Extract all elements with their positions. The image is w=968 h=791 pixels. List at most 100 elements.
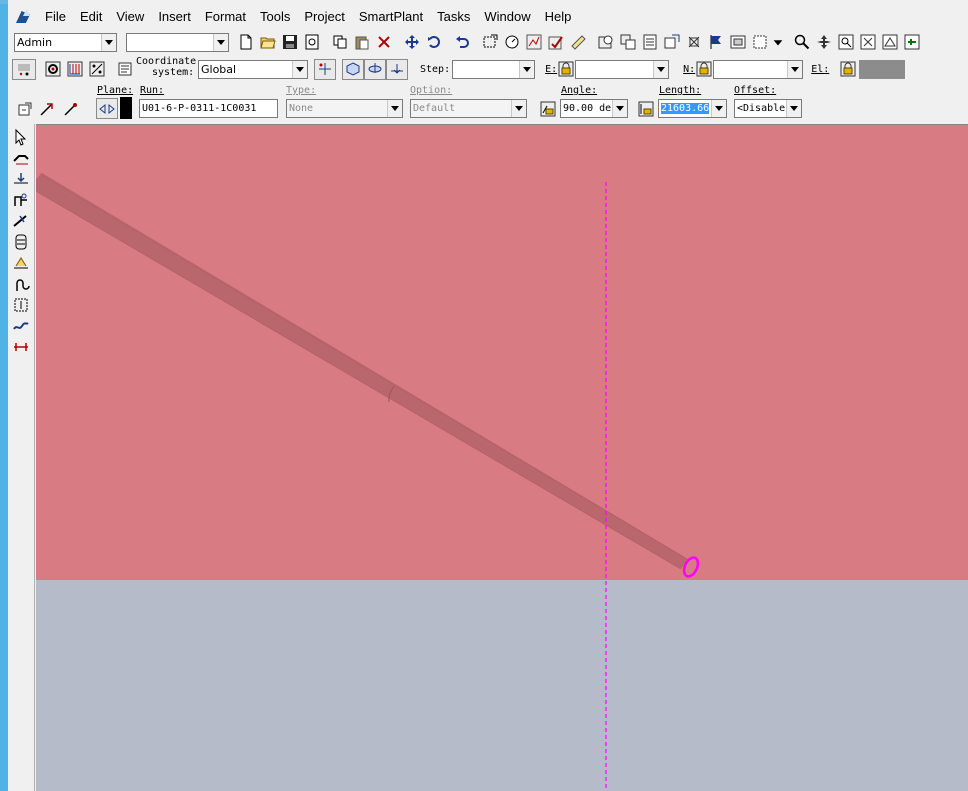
view-style-icon[interactable]	[727, 32, 749, 53]
menu-help[interactable]: Help	[538, 7, 579, 27]
graphic-view-3d[interactable]	[36, 124, 968, 791]
route-pipe-icon[interactable]	[10, 148, 32, 168]
copy-icon[interactable]	[329, 32, 351, 53]
route-pick-icon[interactable]	[60, 98, 82, 119]
filter-select[interactable]	[126, 32, 229, 52]
view-flag-icon[interactable]	[705, 32, 727, 53]
offset-select[interactable]: <Disable	[734, 99, 802, 118]
pinpoint-reset-icon[interactable]	[12, 58, 36, 80]
chevron-down-icon[interactable]	[711, 100, 726, 117]
menu-window[interactable]: Window	[477, 7, 537, 27]
smartplant-app-icon[interactable]	[14, 8, 34, 26]
chevron-down-icon[interactable]	[387, 100, 402, 117]
chevron-down-icon[interactable]	[511, 100, 526, 117]
easting-lock-icon[interactable]	[557, 59, 575, 80]
option-select[interactable]: Default	[410, 99, 527, 118]
pipe-run[interactable]	[36, 173, 689, 570]
view-plane-icon[interactable]	[364, 58, 386, 80]
chevron-down-icon[interactable]	[519, 60, 535, 78]
previous-view-icon[interactable]	[901, 32, 923, 53]
fit-view-icon[interactable]	[857, 32, 879, 53]
menu-tools[interactable]: Tools	[253, 7, 297, 27]
step-select[interactable]	[452, 59, 536, 79]
chevron-down-icon[interactable]	[101, 33, 116, 51]
menu-insert[interactable]: Insert	[151, 7, 198, 27]
chevron-down-icon[interactable]	[292, 60, 307, 78]
menu-project[interactable]: Project	[297, 7, 351, 27]
menu-smartplant[interactable]: SmartPlant	[352, 7, 430, 27]
view-format-icon[interactable]	[749, 32, 771, 53]
menu-file[interactable]: File	[38, 7, 73, 27]
select-by-filter-icon[interactable]	[479, 32, 501, 53]
insert-component-icon[interactable]	[10, 169, 32, 189]
type-select[interactable]: None	[286, 99, 403, 118]
route-arrow-icon[interactable]	[36, 98, 58, 119]
run-input[interactable]: U01-6-P-0311-1C0031	[139, 99, 278, 118]
select-arrow-icon[interactable]	[10, 127, 32, 147]
relative-position-icon[interactable]	[314, 58, 336, 80]
common-views-icon[interactable]	[879, 32, 901, 53]
insert-note-icon[interactable]	[545, 32, 567, 53]
refresh-icon[interactable]	[301, 32, 323, 53]
northing-input[interactable]	[713, 59, 804, 79]
view-iso-icon[interactable]	[342, 58, 364, 80]
chevron-down-icon[interactable]	[786, 100, 801, 117]
insert-specialty-icon[interactable]	[10, 190, 32, 210]
menu-edit[interactable]: Edit	[73, 7, 109, 27]
plane-color-swatch[interactable]	[120, 97, 132, 119]
pipe-body[interactable]	[36, 173, 688, 569]
view-refresh-icon[interactable]	[595, 32, 617, 53]
insert-weld-icon[interactable]	[10, 337, 32, 357]
length-input[interactable]: 21603.66	[658, 99, 727, 118]
view-named-icon[interactable]	[661, 32, 683, 53]
insert-support-icon[interactable]	[10, 253, 32, 273]
angle-lock-icon[interactable]	[537, 98, 559, 119]
route-spool-icon[interactable]	[10, 274, 32, 294]
chevron-down-icon[interactable]	[213, 33, 228, 51]
elevation-lock-icon[interactable]	[839, 59, 857, 80]
move-icon[interactable]	[401, 32, 423, 53]
rotate-icon[interactable]	[423, 32, 445, 53]
view-anchor-icon[interactable]	[386, 58, 408, 80]
insert-tap-icon[interactable]	[10, 211, 32, 231]
insert-instrument-icon[interactable]	[10, 232, 32, 252]
length-lock-icon[interactable]	[635, 98, 657, 119]
chevron-down-icon[interactable]	[771, 32, 785, 53]
coordinate-properties-icon[interactable]	[114, 59, 136, 80]
save-icon[interactable]	[279, 32, 301, 53]
easting-input[interactable]	[575, 59, 670, 79]
rectangular-coordinates-icon[interactable]	[64, 59, 86, 80]
insert-split-icon[interactable]	[10, 295, 32, 315]
target-origin-icon[interactable]	[42, 59, 64, 80]
view-properties-icon[interactable]	[639, 32, 661, 53]
menu-view[interactable]: View	[109, 7, 151, 27]
menu-format[interactable]: Format	[198, 7, 253, 27]
permission-group-select[interactable]: Admin	[14, 32, 117, 52]
run-properties-icon[interactable]	[14, 98, 36, 119]
chevron-down-icon[interactable]	[653, 60, 669, 78]
plane-icon[interactable]	[96, 98, 118, 119]
delete-icon[interactable]	[373, 32, 395, 53]
coordinate-system-select[interactable]: Global	[198, 59, 308, 79]
open-folder-icon[interactable]	[257, 32, 279, 53]
chevron-down-icon[interactable]	[787, 60, 803, 78]
application-window: File Edit View Insert Format Tools Proje…	[8, 0, 968, 791]
new-file-icon[interactable]	[235, 32, 257, 53]
check-interference-icon[interactable]	[523, 32, 545, 53]
undo-icon[interactable]	[451, 32, 473, 53]
menu-tasks[interactable]: Tasks	[430, 7, 477, 27]
view-clip-icon[interactable]	[683, 32, 705, 53]
angle-input[interactable]: 90.00 de	[560, 99, 628, 118]
chevron-down-icon[interactable]	[612, 100, 627, 117]
zoom-icon[interactable]	[791, 32, 813, 53]
view-copy-icon[interactable]	[617, 32, 639, 53]
elevation-input[interactable]	[859, 59, 906, 79]
ruler-icon[interactable]	[567, 32, 589, 53]
route-slope-icon[interactable]	[10, 316, 32, 336]
zoom-area-icon[interactable]	[835, 32, 857, 53]
spherical-coordinates-icon[interactable]	[86, 59, 108, 80]
northing-lock-icon[interactable]	[695, 59, 713, 80]
measure-icon[interactable]	[501, 32, 523, 53]
pan-icon[interactable]	[813, 32, 835, 53]
paste-icon[interactable]	[351, 32, 373, 53]
